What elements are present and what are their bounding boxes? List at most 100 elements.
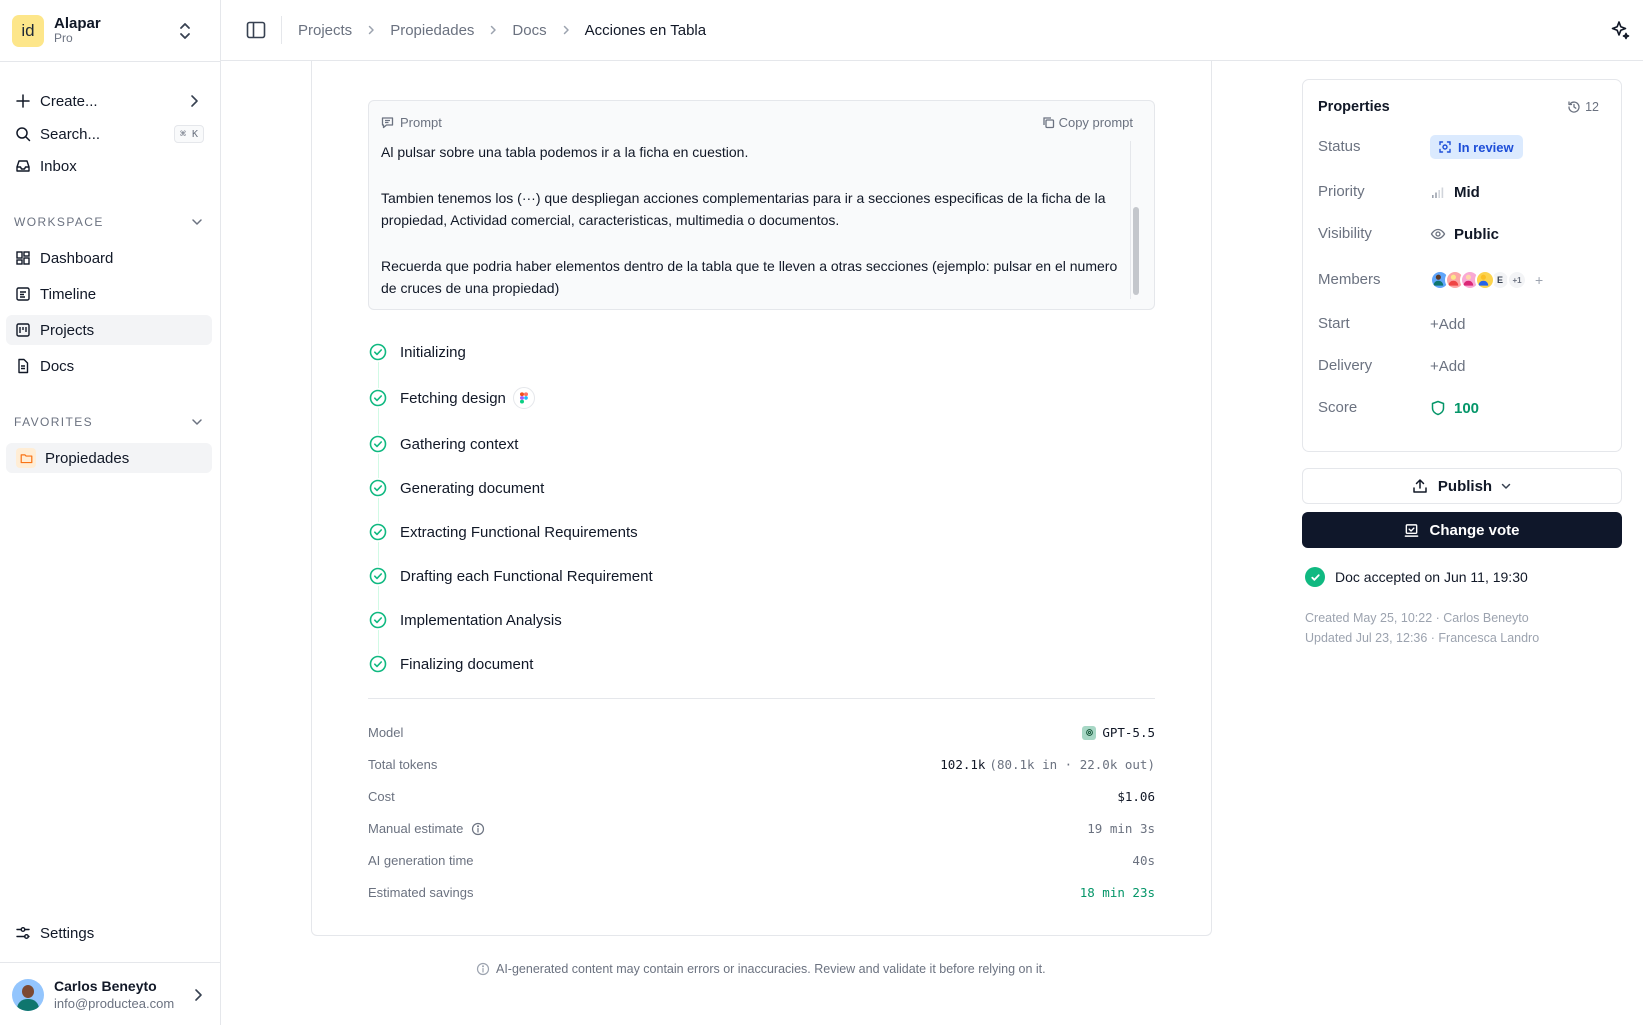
sidebar-divider: [0, 962, 221, 963]
history-button[interactable]: 12: [1567, 100, 1599, 114]
step-item: Drafting each Functional Requirement: [368, 564, 653, 588]
property-start: Start +Add: [1318, 312, 1608, 336]
eye-icon: [1430, 228, 1446, 240]
check-circle-icon: [368, 388, 388, 408]
delivery-add-button[interactable]: +Add: [1430, 354, 1465, 378]
disclaimer-text: AI-generated content may contain errors …: [496, 962, 1046, 976]
status-badge[interactable]: In review: [1430, 135, 1523, 159]
projects-icon: [16, 323, 30, 337]
chevron-right-icon: [195, 989, 202, 1001]
shield-icon: [1431, 400, 1445, 416]
add-member-button[interactable]: +: [1535, 272, 1543, 288]
sidebar-item-inbox[interactable]: Inbox: [6, 151, 212, 181]
property-delivery: Delivery +Add: [1318, 354, 1608, 378]
meta-row-tokens: Total tokens 102.1k (80.1k in · 22.0k ou…: [368, 755, 1155, 775]
savings-value: 18 min 23s: [1079, 885, 1155, 900]
meta-label: Total tokens: [368, 757, 438, 772]
create-button[interactable]: Create...: [6, 86, 212, 116]
meta-label: Cost: [368, 789, 395, 804]
score-display: 100: [1430, 396, 1479, 420]
prompt-paragraph: Recuerda que podria haber elementos dent…: [381, 257, 1118, 297]
property-label: Delivery: [1318, 357, 1373, 374]
check-circle-icon: [368, 610, 388, 630]
tokens-detail: (80.1k in · 22.0k out): [989, 757, 1155, 772]
info-icon[interactable]: [471, 822, 485, 836]
search-label: Search...: [40, 125, 101, 143]
sidebar-toggle-icon[interactable]: [245, 19, 267, 41]
step-item: Fetching design: [368, 386, 535, 410]
step-label: Initializing: [400, 343, 466, 361]
change-vote-button[interactable]: Change vote: [1302, 512, 1622, 548]
sidebar-item-docs[interactable]: Docs: [6, 351, 212, 381]
workspace-plan: Pro: [54, 31, 73, 45]
breadcrumb-docs[interactable]: Docs: [512, 22, 546, 39]
settings-label: Settings: [40, 924, 95, 942]
check-circle-icon: [368, 478, 388, 498]
openai-icon: [1082, 725, 1097, 740]
priority-selector[interactable]: Mid: [1430, 180, 1480, 204]
history-icon: [1568, 101, 1580, 113]
copy-icon: [1042, 117, 1054, 129]
timeline-icon: [16, 287, 30, 301]
breadcrumb-current: Acciones en Tabla: [584, 21, 707, 39]
step-item: Initializing: [368, 340, 466, 364]
step-label: Extracting Functional Requirements: [400, 523, 638, 541]
status-value: In review: [1458, 139, 1514, 155]
members-list[interactable]: E +1 +: [1430, 268, 1543, 292]
change-vote-label: Change vote: [1429, 521, 1520, 539]
cost-value: $1.06: [1117, 789, 1155, 804]
property-visibility: Visibility Public: [1318, 222, 1608, 246]
breadcrumb-projects[interactable]: Projects: [298, 22, 352, 39]
favorite-item-propiedades[interactable]: Propiedades: [6, 443, 212, 473]
ai-time-value: 40s: [1132, 853, 1155, 868]
step-label: Fetching design: [400, 389, 506, 407]
meta-value: 102.1k (80.1k in · 22.0k out): [940, 757, 1155, 772]
workspace-section-toggle[interactable]: WORKSPACE: [14, 212, 210, 232]
search-button[interactable]: Search... ⌘ K: [6, 119, 212, 149]
sidebar-item-projects[interactable]: Projects: [6, 315, 212, 345]
info-icon: [476, 962, 490, 976]
check-circle-icon: [368, 566, 388, 586]
breadcrumb: Projects Propiedades Docs Acciones en Ta…: [298, 19, 706, 41]
sidebar-item-timeline[interactable]: Timeline: [6, 279, 212, 309]
member-avatar: [1475, 270, 1495, 290]
step-item: Finalizing document: [368, 652, 533, 676]
workspace-logo: id: [12, 15, 44, 47]
properties-panel: Properties 12 Status In review Priority …: [1302, 79, 1622, 452]
workspace-switcher[interactable]: id Alapar Pro: [12, 14, 208, 48]
start-add-button[interactable]: +Add: [1430, 312, 1465, 336]
sidebar-divider: [0, 61, 221, 62]
copy-prompt-button[interactable]: Copy prompt: [1042, 115, 1133, 130]
settings-button[interactable]: Settings: [6, 918, 212, 948]
divider: [281, 16, 282, 44]
sidebar-item-label: Projects: [40, 321, 95, 339]
user-menu[interactable]: Carlos Beneyto info@productea.com: [12, 975, 212, 1015]
favorites-section-toggle[interactable]: FAVORITES: [14, 412, 210, 432]
prompt-box: Prompt Copy prompt Al pulsar sobre una t…: [368, 100, 1155, 310]
sparkle-icon[interactable]: [1609, 19, 1631, 41]
chevron-down-icon: [192, 219, 202, 225]
step-label: Finalizing document: [400, 655, 534, 673]
divider: [368, 698, 1155, 699]
manual-estimate-label: Manual estimate: [368, 821, 464, 836]
visibility-selector[interactable]: Public: [1430, 222, 1499, 246]
settings-icon: [16, 927, 30, 939]
user-name: Carlos Beneyto: [54, 978, 157, 994]
sidebar-item-label: Dashboard: [40, 249, 114, 267]
chevron-right-icon: [491, 25, 497, 35]
accepted-text: Doc accepted on Jun 11, 19:30: [1335, 569, 1528, 585]
copy-prompt-label: Copy prompt: [1058, 115, 1133, 130]
scrollbar-thumb[interactable]: [1133, 207, 1139, 295]
visibility-value: Public: [1454, 225, 1500, 243]
breadcrumb-propiedades[interactable]: Propiedades: [390, 22, 474, 39]
sidebar: id Alapar Pro Create... Search... ⌘ K In…: [0, 0, 221, 1025]
publish-button[interactable]: Publish: [1302, 468, 1622, 504]
check-icon: [1305, 567, 1325, 587]
sidebar-item-dashboard[interactable]: Dashboard: [6, 243, 212, 273]
prompt-paragraph: Tambien tenemos los (···) que despliegan…: [381, 189, 1106, 229]
prompt-scrollbar[interactable]: [1130, 141, 1140, 299]
chevron-down-icon: [192, 419, 202, 425]
step-label: Generating document: [400, 479, 545, 497]
doc-accepted-status: Doc accepted on Jun 11, 19:30: [1305, 567, 1528, 587]
prompt-label: Prompt: [400, 115, 442, 130]
